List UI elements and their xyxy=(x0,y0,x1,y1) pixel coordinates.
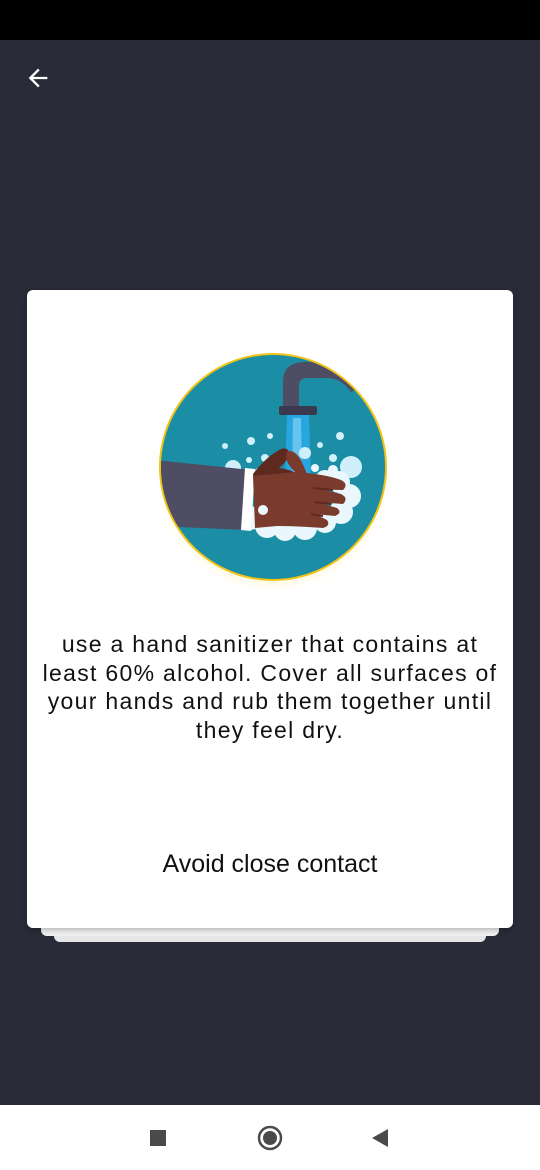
handwashing-illustration xyxy=(155,349,391,590)
home-button[interactable] xyxy=(250,1118,290,1158)
recents-button[interactable] xyxy=(138,1118,178,1158)
status-bar xyxy=(0,0,540,40)
square-recents-icon xyxy=(150,1130,166,1146)
tip-title: Avoid close contact xyxy=(162,850,378,878)
tip-card[interactable]: use a hand sanitizer that contains at le… xyxy=(27,290,513,928)
triangle-back-icon xyxy=(372,1129,388,1147)
tip-description: use a hand sanitizer that contains at le… xyxy=(42,631,498,743)
back-button[interactable] xyxy=(14,54,62,102)
circle-home-icon xyxy=(257,1125,283,1151)
app-bar xyxy=(0,40,540,116)
system-nav-bar xyxy=(0,1105,540,1170)
arrow-left-icon xyxy=(28,68,48,88)
nav-back-button[interactable] xyxy=(360,1118,400,1158)
